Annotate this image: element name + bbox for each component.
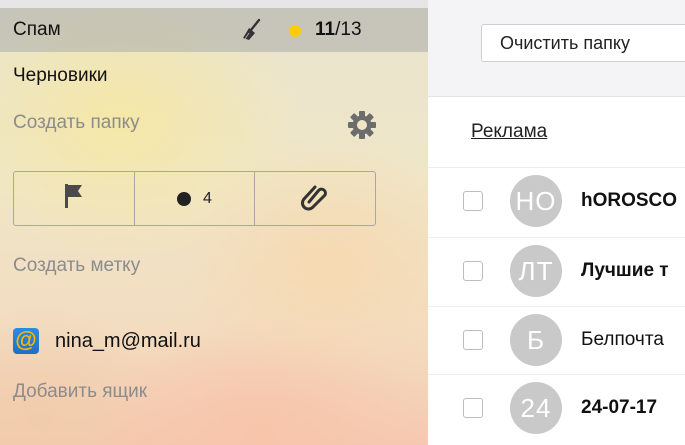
message-sender: Белпочта: [581, 329, 664, 350]
filter-flagged[interactable]: [14, 172, 135, 225]
mailru-logo-icon: @: [13, 328, 39, 354]
folder-spam-label: Спам: [13, 19, 61, 40]
folder-drafts[interactable]: Черновики: [13, 65, 108, 87]
message-checkbox[interactable]: [463, 191, 483, 211]
account-item[interactable]: @ nina_m@mail.ru: [13, 328, 201, 354]
main-panel: Очистить папку Реклама НО hOROSCO ЛТ Луч…: [428, 0, 685, 445]
toolbar-divider: [428, 96, 685, 97]
avatar: ЛТ: [510, 245, 562, 297]
avatar: НО: [510, 175, 562, 227]
message-checkbox[interactable]: [463, 261, 483, 281]
message-sender: hOROSCO: [581, 190, 678, 211]
sidebar-top-bar: [0, 0, 428, 8]
message-row[interactable]: ЛТ Лучшие т: [428, 237, 685, 303]
sidebar: Спам 11/13 Черновики Создать папку 4 Соз…: [0, 0, 428, 445]
filter-unread[interactable]: 4: [135, 172, 256, 225]
ad-link[interactable]: Реклама: [471, 121, 547, 143]
spam-total-count: 13: [340, 19, 362, 40]
message-row[interactable]: Б Белпочта: [428, 306, 685, 372]
clear-folder-button[interactable]: Очистить папку: [481, 24, 685, 62]
flag-icon: [62, 182, 86, 215]
filter-bar: 4: [13, 171, 376, 226]
avatar: Б: [510, 314, 562, 366]
spam-unread-count: 11: [315, 19, 336, 40]
broom-icon[interactable]: [240, 18, 262, 47]
message-sender: 24-07-17: [581, 397, 658, 418]
message-checkbox[interactable]: [463, 330, 483, 350]
unread-dot-icon: [177, 191, 192, 206]
account-email: nina_m@mail.ru: [55, 329, 201, 352]
paperclip-icon: [300, 181, 330, 216]
message-row[interactable]: НО hOROSCO: [428, 167, 685, 233]
filter-unread-count: 4: [203, 189, 212, 207]
unread-dot: [289, 25, 301, 37]
message-checkbox[interactable]: [463, 398, 483, 418]
message-row[interactable]: 24 24-07-17: [428, 374, 685, 440]
message-sender: Лучшие т: [581, 260, 669, 281]
create-folder-link[interactable]: Создать папку: [13, 112, 140, 134]
folder-spam[interactable]: Спам 11/13: [0, 8, 428, 52]
filter-attachments[interactable]: [255, 172, 375, 225]
gear-icon[interactable]: [346, 109, 378, 146]
add-mailbox-link[interactable]: Добавить ящик: [13, 381, 147, 403]
create-label-link[interactable]: Создать метку: [13, 255, 140, 277]
spam-count: 11/13: [315, 19, 362, 41]
avatar: 24: [510, 382, 562, 434]
